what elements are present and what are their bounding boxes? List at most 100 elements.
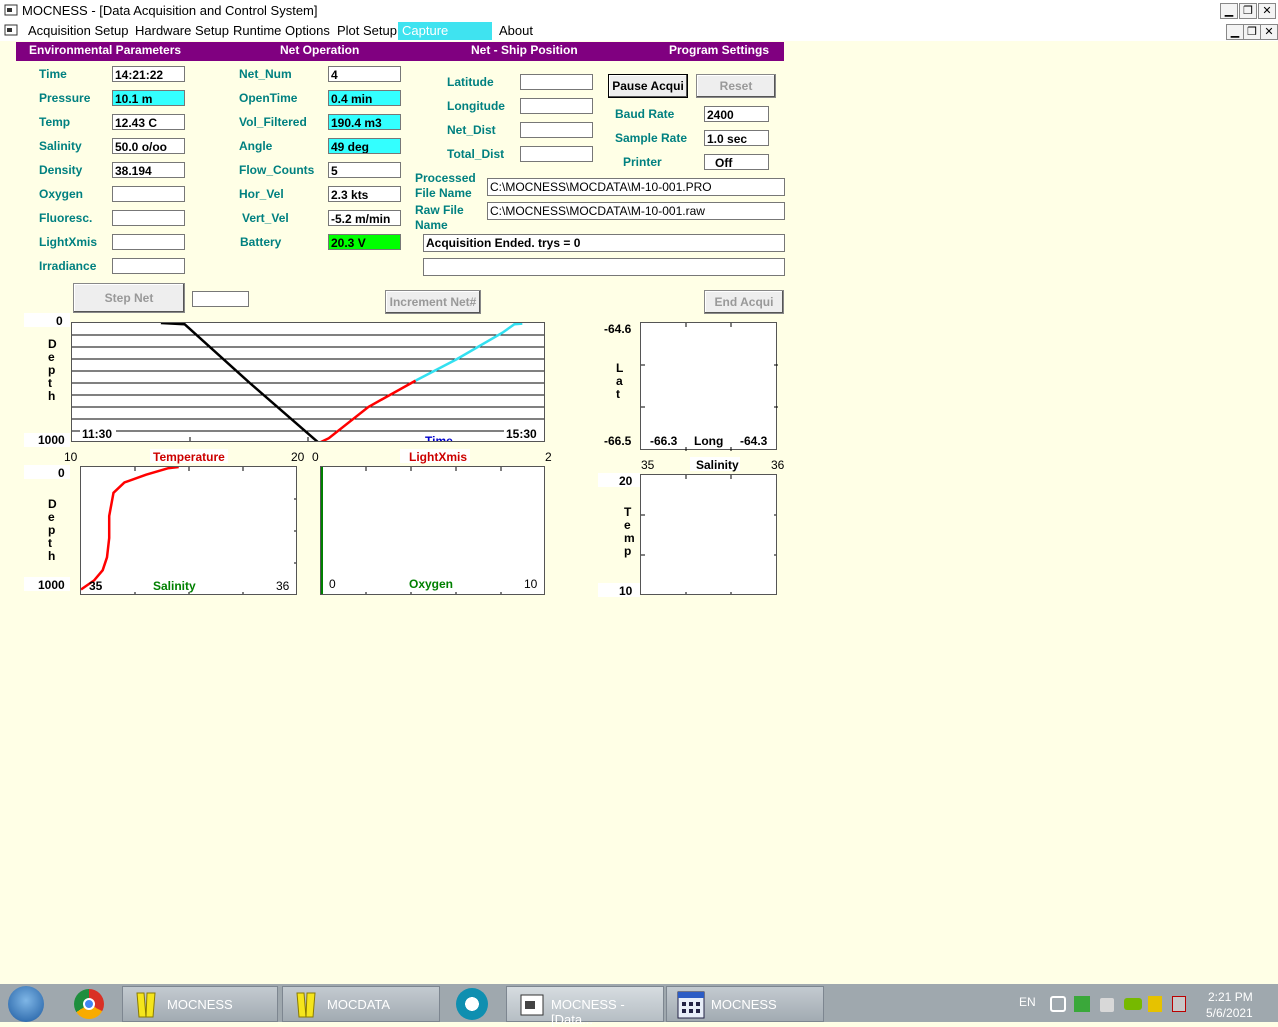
- env-label-pressure: Pressure: [39, 91, 91, 105]
- menu-runtime-options[interactable]: Runtime Options: [229, 22, 334, 40]
- salinity-profile-series: [81, 467, 179, 591]
- net-field-battery[interactable]: 20.3 V: [328, 234, 401, 250]
- env-field-lightxmis[interactable]: [112, 234, 185, 250]
- ts-x-right: 36: [771, 458, 785, 472]
- temp-depth-top-left: 10: [64, 450, 78, 464]
- flag-tray-icon[interactable]: [1148, 996, 1162, 1012]
- latlong-y-bottom: -66.5: [604, 434, 632, 448]
- net-field-vol-filtered[interactable]: 190.4 m3: [328, 114, 401, 130]
- env-label-oxygen: Oxygen: [39, 187, 84, 201]
- clock-time[interactable]: 2:21 PM: [1208, 990, 1253, 1004]
- section-net-operation: Net Operation: [280, 43, 360, 57]
- window-title: MOCNESS - [Data Acquisition and Control …: [22, 3, 318, 18]
- env-label-time: Time: [39, 67, 67, 81]
- net-field-hor-vel[interactable]: 2.3 kts: [328, 186, 401, 202]
- menu-about[interactable]: About: [495, 22, 537, 40]
- mdi-restore-icon[interactable]: ❐: [1243, 24, 1261, 40]
- env-label-fluoresc: Fluoresc.: [39, 211, 93, 225]
- net-field-vert-vel[interactable]: -5.2 m/min: [328, 210, 401, 226]
- language-indicator[interactable]: EN: [1019, 995, 1036, 1009]
- env-field-temp[interactable]: 12.43 C: [112, 114, 185, 130]
- oxygen-x-right: 10: [524, 577, 538, 591]
- mdi-close-icon[interactable]: ✕: [1260, 24, 1278, 40]
- end-acquisition-button[interactable]: End Acqui: [704, 290, 784, 314]
- net-field-flow-counts[interactable]: 5: [328, 162, 401, 178]
- folder-icon: [296, 992, 316, 1018]
- processed-file-field[interactable]: C:\MOCNESS\MOCDATA\M-10-001.PRO: [487, 178, 785, 196]
- temp-depth-y-bottom: 1000: [38, 578, 65, 592]
- env-field-pressure[interactable]: 10.1 m: [112, 90, 185, 106]
- restore-icon[interactable]: ❐: [1239, 3, 1257, 19]
- net-label-angle: Angle: [239, 139, 273, 153]
- depth-time-x-label: Time: [425, 434, 453, 442]
- volume-muted-icon[interactable]: [1100, 998, 1114, 1012]
- pause-acquisition-button[interactable]: Pause Acqui: [608, 74, 688, 98]
- env-field-time[interactable]: 14:21:22: [112, 66, 185, 82]
- minimize-icon[interactable]: ▁: [1220, 3, 1238, 19]
- taskbar-item-mocdata-folder[interactable]: MOCDATA: [282, 986, 440, 1022]
- mdi-minimize-icon[interactable]: ▁: [1226, 24, 1244, 40]
- depth-time-ytop-bg: [24, 313, 70, 327]
- ship-label-net-dist: Net_Dist: [447, 123, 496, 137]
- printer-field[interactable]: Off: [704, 154, 769, 170]
- menu-acquisition-setup[interactable]: Acquisition Setup: [24, 22, 132, 40]
- nvidia-tray-icon[interactable]: [1124, 998, 1142, 1010]
- net-field-opentime[interactable]: 0.4 min: [328, 90, 401, 106]
- increment-net-button[interactable]: Increment Net#: [385, 290, 481, 314]
- net-label-opentime: OpenTime: [239, 91, 298, 105]
- light-oxygen-plot: 0 Oxygen 10: [320, 466, 545, 595]
- env-field-irradiance[interactable]: [112, 258, 185, 274]
- env-field-salinity[interactable]: 50.0 o/oo: [112, 138, 185, 154]
- taskbar-item-mocness-calc[interactable]: MOCNESS: [666, 986, 824, 1022]
- latlong-y-top: -64.6: [604, 322, 632, 336]
- step-net-button[interactable]: Step Net: [73, 283, 185, 313]
- reset-button[interactable]: Reset: [696, 74, 776, 98]
- depth-series-1: [320, 379, 417, 441]
- env-field-density[interactable]: 38.194: [112, 162, 185, 178]
- depth-time-y-top: 0: [56, 314, 63, 328]
- net-field-net-num[interactable]: 4: [328, 66, 401, 82]
- temp-depth-top-right: 20: [291, 450, 305, 464]
- net-field-angle[interactable]: 49 deg: [328, 138, 401, 154]
- env-field-fluoresc[interactable]: [112, 210, 185, 226]
- mdi-child-icon[interactable]: [4, 24, 18, 36]
- temp-salinity-depth-plot: 35 Salinity 36: [80, 466, 297, 595]
- ship-field-longitude[interactable]: [520, 98, 593, 114]
- temp-salinity-plot: [640, 474, 777, 595]
- processed-file-label-2: File Name: [415, 186, 472, 200]
- latlong-x-label: Long: [694, 434, 724, 448]
- app-icon: [4, 4, 18, 16]
- close-icon[interactable]: ✕: [1258, 3, 1276, 19]
- raw-file-label-2: Name: [415, 218, 448, 232]
- net-label-flow-counts: Flow_Counts: [239, 163, 315, 177]
- menu-plot-setup[interactable]: Plot Setup: [333, 22, 401, 40]
- menu-hardware-setup[interactable]: Hardware Setup: [131, 22, 233, 40]
- depth-time-x-right: 15:30: [506, 427, 537, 441]
- calculator-window-icon: [677, 991, 705, 1019]
- edge-icon[interactable]: [456, 988, 488, 1020]
- processed-file-label-1: Processed: [415, 171, 476, 185]
- taskbar-item-mocness-folder[interactable]: MOCNESS: [122, 986, 278, 1022]
- chrome-icon[interactable]: [74, 989, 104, 1019]
- ship-field-total-dist[interactable]: [520, 146, 593, 162]
- step-net-field[interactable]: [192, 291, 249, 307]
- taskbar-item-mocness-app[interactable]: MOCNESS - [Data...: [506, 986, 664, 1027]
- sample-rate-field[interactable]: 1.0 sec: [704, 130, 769, 146]
- depth-time-y-label: Depth: [48, 337, 57, 403]
- recycle-tray-icon[interactable]: [1050, 996, 1066, 1012]
- clock-date[interactable]: 5/6/2021: [1206, 1006, 1253, 1020]
- start-button-icon[interactable]: [8, 986, 44, 1022]
- status-field-2: [423, 258, 785, 276]
- ship-field-latitude[interactable]: [520, 74, 593, 90]
- raw-file-field[interactable]: C:\MOCNESS\MOCDATA\M-10-001.raw: [487, 202, 785, 220]
- baud-rate-field[interactable]: 2400: [704, 106, 769, 122]
- env-field-oxygen[interactable]: [112, 186, 185, 202]
- ship-field-net-dist[interactable]: [520, 122, 593, 138]
- power-tray-icon[interactable]: [1172, 996, 1186, 1012]
- latlong-x-right: -64.3: [740, 434, 768, 448]
- light-top-left: 0: [312, 450, 319, 464]
- sample-rate-label: Sample Rate: [615, 131, 688, 145]
- latlong-x-left: -66.3: [650, 434, 678, 448]
- network-tray-icon[interactable]: [1074, 996, 1090, 1012]
- menu-capture-screen[interactable]: Capture Screen: [398, 22, 492, 56]
